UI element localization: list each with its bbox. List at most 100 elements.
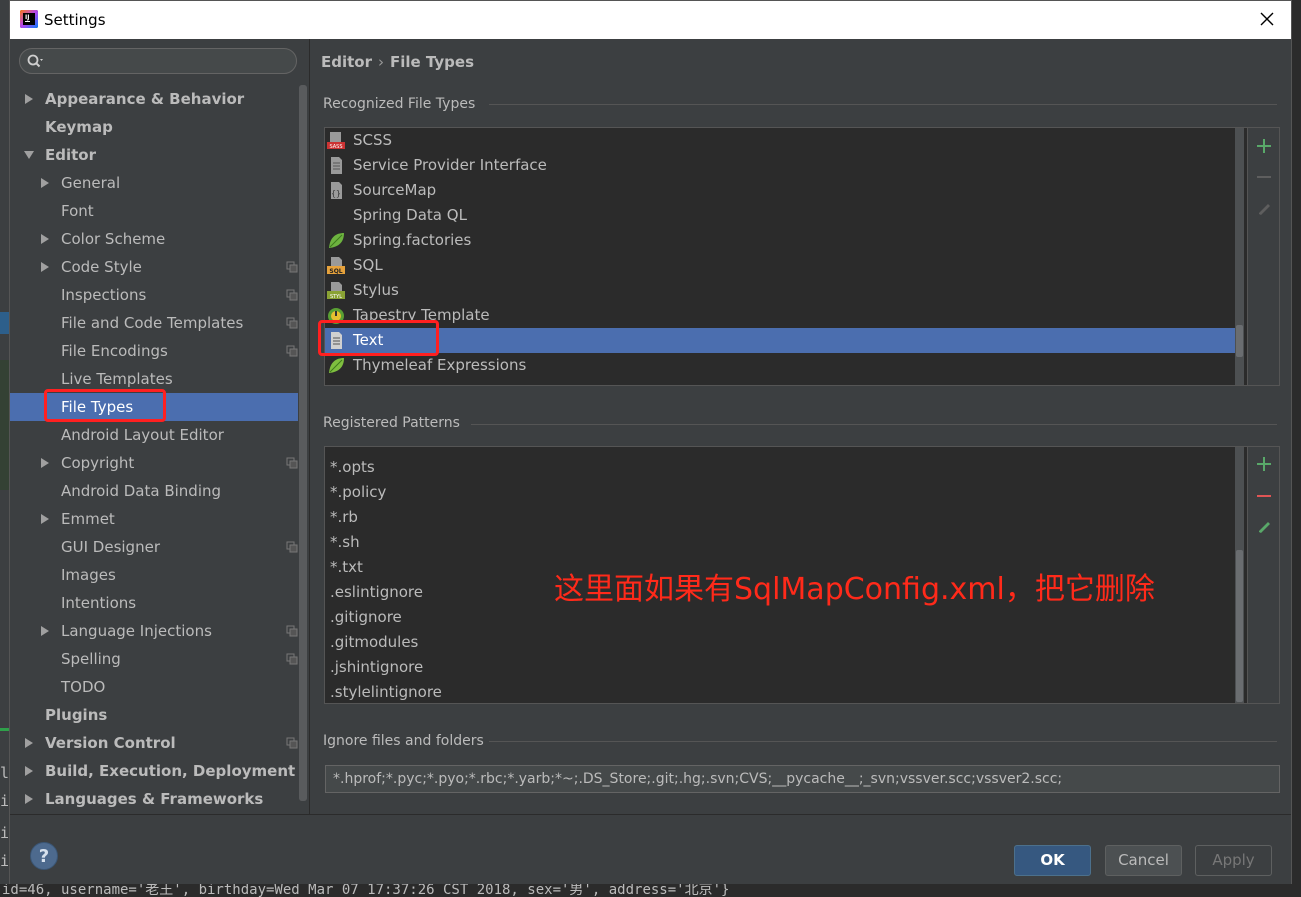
ok-button[interactable]: OK: [1014, 845, 1091, 876]
recognized-file-types-list: SASS SCSS Service Provider Interface {} Sour…: [324, 127, 1280, 386]
pattern-row[interactable]: *.opts: [325, 455, 1235, 480]
edit-pattern-icon[interactable]: [1256, 519, 1272, 535]
patterns-section-title: Registered Patterns: [323, 415, 460, 431]
tree-item-file-encodings[interactable]: File Encodings: [10, 337, 298, 365]
help-button[interactable]: ?: [30, 842, 58, 870]
file-type-row-thymeleaf-expressions[interactable]: Thymeleaf Expressions: [325, 353, 1235, 378]
tree-item-label: Keymap: [45, 118, 113, 136]
tree-item-spelling[interactable]: Spelling: [10, 645, 298, 673]
add-file-type-icon[interactable]: [1256, 138, 1272, 154]
stylus-file-icon: STYL: [327, 282, 345, 300]
patterns-scrollbar[interactable]: [1235, 447, 1244, 703]
collapsed-arrow-icon[interactable]: [24, 794, 34, 804]
generic-file-icon: [331, 157, 342, 174]
file-type-row-tapestry-template[interactable]: Tapestry Template: [325, 303, 1235, 328]
tree-item-build-execution-deployment[interactable]: Build, Execution, Deployment: [10, 757, 298, 785]
tree-item-label: Intentions: [61, 594, 137, 612]
background-console-line: id=46, username='老王', birthday=Wed Mar 0…: [0, 884, 1301, 897]
recognized-toolbar: [1247, 128, 1279, 385]
file-type-row-text[interactable]: Text: [325, 328, 1235, 353]
remove-pattern-icon[interactable]: [1256, 488, 1272, 504]
tree-item-label: File and Code Templates: [61, 314, 244, 332]
pattern-row[interactable]: .stylelintignore: [325, 680, 1235, 703]
collapsed-arrow-icon[interactable]: [40, 458, 50, 468]
apply-button[interactable]: Apply: [1195, 845, 1272, 876]
file-type-row-sourcemap[interactable]: {} SourceMap: [325, 178, 1235, 203]
settings-tree: Appearance & Behavior Keymap Editor General…: [10, 85, 298, 813]
search-icon: [27, 54, 43, 68]
recognized-section-title: Recognized File Types: [323, 96, 476, 112]
tree-item-label: GUI Designer: [61, 538, 160, 556]
file-type-row-spring-factories[interactable]: Spring.factories: [325, 228, 1235, 253]
tree-item-inspections[interactable]: Inspections: [10, 281, 298, 309]
collapsed-arrow-icon[interactable]: [24, 94, 34, 104]
spring-leaf-icon: [329, 233, 344, 248]
tree-item-font[interactable]: Font: [10, 197, 298, 225]
project-scope-icon: [286, 541, 298, 553]
tree-item-label: Plugins: [45, 706, 108, 724]
file-type-row-scss[interactable]: SASS SCSS: [325, 128, 1235, 153]
pattern-row[interactable]: .jshintignore: [325, 655, 1235, 680]
tree-item-label: Font: [61, 202, 94, 220]
collapsed-arrow-icon[interactable]: [24, 738, 34, 748]
collapsed-arrow-icon[interactable]: [40, 262, 50, 272]
close-icon[interactable]: [1255, 7, 1279, 31]
tree-item-general[interactable]: General: [10, 169, 298, 197]
tree-item-images[interactable]: Images: [10, 561, 298, 589]
remove-file-type-icon[interactable]: [1256, 169, 1272, 185]
search-input[interactable]: [48, 52, 288, 70]
cancel-button[interactable]: Cancel: [1105, 845, 1182, 876]
tree-item-file-and-code-templates[interactable]: File and Code Templates: [10, 309, 298, 337]
settings-search[interactable]: [19, 48, 297, 74]
tree-item-gui-designer[interactable]: GUI Designer: [10, 533, 298, 561]
tree-item-languages-frameworks[interactable]: Languages & Frameworks: [10, 785, 298, 813]
expanded-arrow-icon[interactable]: [24, 150, 34, 160]
collapsed-arrow-icon[interactable]: [40, 178, 50, 188]
tree-item-code-style[interactable]: Code Style: [10, 253, 298, 281]
collapsed-arrow-icon[interactable]: [24, 766, 34, 776]
tree-item-language-injections[interactable]: Language Injections: [10, 617, 298, 645]
pattern-row[interactable]: .gitignore: [325, 605, 1235, 630]
collapsed-arrow-icon[interactable]: [40, 626, 50, 636]
section-divider: [489, 741, 1277, 742]
tree-item-keymap[interactable]: Keymap: [10, 113, 298, 141]
tree-item-copyright[interactable]: Copyright: [10, 449, 298, 477]
edit-file-type-icon[interactable]: [1256, 201, 1272, 217]
file-type-row-stylus[interactable]: STYL Stylus: [325, 278, 1235, 303]
pattern-row[interactable]: *.rb: [325, 505, 1235, 530]
file-type-label: Service Provider Interface: [353, 156, 547, 174]
tree-item-color-scheme[interactable]: Color Scheme: [10, 225, 298, 253]
pattern-row[interactable]: .gitmodules: [325, 630, 1235, 655]
collapsed-arrow-icon[interactable]: [40, 514, 50, 524]
tree-item-label: Images: [61, 566, 116, 584]
file-type-row-spring-data-ql[interactable]: Spring Data QL: [325, 203, 1235, 228]
tree-item-label: Copyright: [61, 454, 135, 472]
collapsed-arrow-icon[interactable]: [40, 234, 50, 244]
tree-item-android-layout-editor[interactable]: Android Layout Editor: [10, 421, 298, 449]
project-scope-icon: [286, 625, 298, 637]
ignore-section-title: Ignore files and folders: [323, 733, 484, 749]
file-type-row-service-provider-interface[interactable]: Service Provider Interface: [325, 153, 1235, 178]
tree-item-label: Android Data Binding: [61, 482, 222, 500]
tree-item-editor[interactable]: Editor: [10, 141, 298, 169]
tree-item-label: Language Injections: [61, 622, 212, 640]
tree-item-todo[interactable]: TODO: [10, 673, 298, 701]
tree-item-android-data-binding[interactable]: Android Data Binding: [10, 477, 298, 505]
tree-item-label: General: [61, 174, 121, 192]
breadcrumb-current: File Types: [390, 53, 474, 71]
pattern-row[interactable]: *.sh: [325, 530, 1235, 555]
ignore-files-input[interactable]: *.hprof;*.pyc;*.pyo;*.rbc;*.yarb;*~;.DS_…: [325, 765, 1280, 793]
tree-item-plugins[interactable]: Plugins: [10, 701, 298, 729]
file-type-label: Thymeleaf Expressions: [353, 356, 527, 374]
recognized-scrollbar[interactable]: [1235, 128, 1244, 385]
annotation-text: 这里面如果有SqlMapConfig.xml，把它删除: [554, 572, 1155, 607]
tree-item-label: Emmet: [61, 510, 115, 528]
pattern-row[interactable]: *.policy: [325, 480, 1235, 505]
file-type-row-sql[interactable]: SQL SQL: [325, 253, 1235, 278]
tree-scrollbar[interactable]: [299, 85, 307, 801]
tree-item-version-control[interactable]: Version Control: [10, 729, 298, 757]
tree-item-intentions[interactable]: Intentions: [10, 589, 298, 617]
tree-item-appearance-behavior[interactable]: Appearance & Behavior: [10, 85, 298, 113]
add-pattern-icon[interactable]: [1256, 456, 1272, 472]
tree-item-emmet[interactable]: Emmet: [10, 505, 298, 533]
